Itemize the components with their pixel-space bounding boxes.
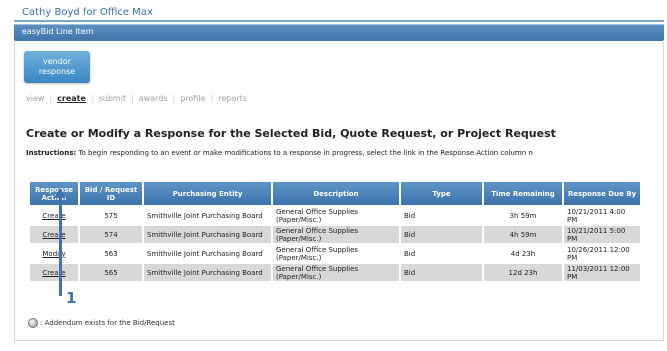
- time-remaining-cell: 3h 59m: [484, 207, 562, 224]
- subnav-item-awards[interactable]: awards: [139, 94, 168, 103]
- callout-number: 1: [66, 289, 77, 307]
- due-by-cell: 10/26/2011 12:00 PM: [564, 245, 640, 262]
- subnav-item-profile[interactable]: profile: [180, 94, 205, 103]
- table-row: Create 565 Smithville Joint Purchasing B…: [30, 264, 640, 281]
- bid-table: Response Action Bid / Request ID Purchas…: [28, 180, 642, 283]
- purchasing-entity-cell: Smithville Joint Purchasing Board: [144, 264, 271, 281]
- column-header-type[interactable]: Type: [401, 182, 482, 205]
- subnav-item-view[interactable]: view: [26, 94, 44, 103]
- due-by-cell: 11/03/2011 12:00 PM: [564, 264, 640, 281]
- legend-text: : Addendum exists for the Bid/Request: [40, 319, 175, 327]
- response-action-link[interactable]: Create: [30, 264, 78, 281]
- callout-arrow: [59, 196, 62, 296]
- table-header-row: Response Action Bid / Request ID Purchas…: [30, 182, 640, 205]
- time-remaining-cell: 4d 23h: [484, 245, 562, 262]
- subnav-item-reports[interactable]: reports: [218, 94, 247, 103]
- header-divider: [14, 20, 664, 22]
- page-title: Create or Modify a Response for the Sele…: [26, 127, 556, 140]
- purchasing-entity-cell: Smithville Joint Purchasing Board: [144, 207, 271, 224]
- sub-navigation: view | create | submit | awards | profile | report…: [26, 94, 247, 103]
- type-cell: Bid: [401, 207, 482, 224]
- time-remaining-cell: 12d 23h: [484, 264, 562, 281]
- subnav-separator: |: [49, 94, 53, 103]
- vendor-button-line1: vendor: [43, 57, 71, 66]
- description-cell: General Office Supplies (Paper/Misc.): [273, 245, 399, 262]
- page: Cathy Boyd for Office Max easyBid Line I…: [0, 0, 667, 351]
- vendor-button-line2: response: [38, 67, 76, 76]
- column-header-description[interactable]: Description: [273, 182, 399, 205]
- column-header-bid-id[interactable]: Bid / Request ID: [80, 182, 142, 205]
- bid-id-cell: 575: [80, 207, 142, 224]
- bid-id-cell: 565: [80, 264, 142, 281]
- subnav-separator: |: [131, 94, 134, 103]
- app-title-bar: easyBid Line Item: [14, 24, 664, 41]
- table-row: Create 574 Smithville Joint Purchasing B…: [30, 226, 640, 243]
- column-header-purchasing-entity[interactable]: Purchasing Entity: [144, 182, 271, 205]
- instructions-label: Instructions:: [26, 149, 77, 157]
- table-row: Modify 563 Smithville Joint Purchasing B…: [30, 245, 640, 262]
- instructions: Instructions: To begin responding to an …: [26, 149, 662, 157]
- response-action-link[interactable]: Create: [30, 207, 78, 224]
- table-row: Create 575 Smithville Joint Purchasing B…: [30, 207, 640, 224]
- subnav-separator: |: [90, 94, 94, 103]
- column-header-due-by[interactable]: Response Due By: [564, 182, 640, 205]
- subnav-separator: |: [210, 94, 214, 103]
- response-action-link[interactable]: Modify: [30, 245, 78, 262]
- purchasing-entity-cell: Smithville Joint Purchasing Board: [144, 245, 271, 262]
- app-title: easyBid Line Item: [22, 27, 94, 36]
- vendor-response-button[interactable]: vendor response: [24, 51, 90, 83]
- subnav-item-submit[interactable]: submit: [99, 94, 126, 103]
- type-cell: Bid: [401, 245, 482, 262]
- addendum-legend: : Addendum exists for the Bid/Request: [28, 318, 175, 328]
- type-cell: Bid: [401, 226, 482, 243]
- bid-id-cell: 574: [80, 226, 142, 243]
- column-header-time-remaining[interactable]: Time Remaining: [484, 182, 562, 205]
- description-cell: General Office Supplies (Paper/Misc.): [273, 207, 399, 224]
- bid-id-cell: 563: [80, 245, 142, 262]
- description-cell: General Office Supplies (Paper/Misc.): [273, 226, 399, 243]
- time-remaining-cell: 4h 59m: [484, 226, 562, 243]
- due-by-cell: 10/21/2011 4:00 PM: [564, 207, 640, 224]
- type-cell: Bid: [401, 264, 482, 281]
- subnav-separator: |: [172, 94, 176, 103]
- purchasing-entity-cell: Smithville Joint Purchasing Board: [144, 226, 271, 243]
- response-action-link[interactable]: Create: [30, 226, 78, 243]
- subnav-item-create[interactable]: create: [57, 94, 86, 103]
- addendum-icon: [28, 318, 38, 328]
- instructions-text: To begin responding to an event or make …: [78, 149, 533, 157]
- brand-text: Cathy Boyd for Office Max: [22, 7, 153, 18]
- due-by-cell: 10/21/2011 5:00 PM: [564, 226, 640, 243]
- description-cell: General Office Supplies (Paper/Misc.): [273, 264, 399, 281]
